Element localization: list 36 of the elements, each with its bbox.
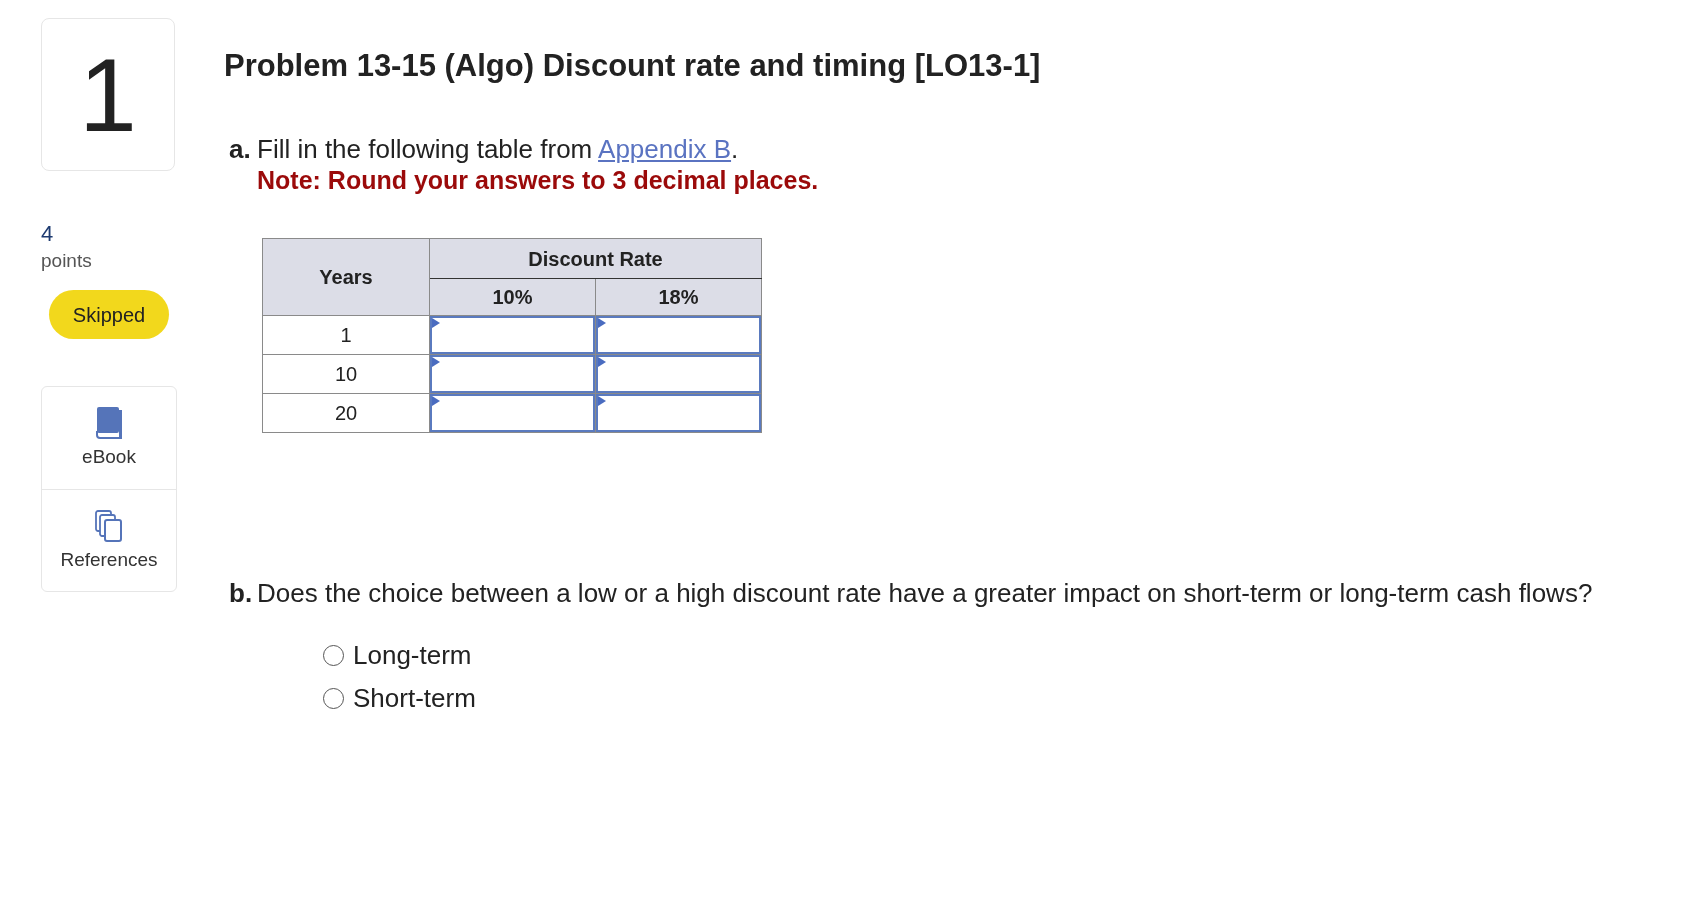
corner-flag-icon: [432, 318, 440, 328]
appendix-link[interactable]: Appendix B: [598, 134, 732, 164]
rounding-note: Note: Round your answers to 3 decimal places.: [257, 165, 819, 196]
points-value: 4: [41, 220, 54, 248]
column-header: 10%: [429, 278, 596, 316]
column-header: Years: [262, 238, 430, 316]
stacked-pages-icon: [95, 509, 123, 542]
corner-flag-icon: [598, 318, 606, 328]
table-cell: 20: [262, 393, 430, 433]
instruction-text: Fill in the following table from Appendix B.: [257, 134, 739, 165]
corner-flag-icon: [432, 396, 440, 406]
column-header: 18%: [595, 278, 762, 316]
question-number: 1: [79, 42, 137, 147]
corner-flag-icon: [432, 357, 440, 367]
part-marker: b.: [229, 577, 254, 609]
input-field[interactable]: [430, 355, 595, 393]
tool-button[interactable]: References: [42, 489, 176, 591]
points-label: points: [41, 249, 92, 273]
corner-flag-icon: [598, 357, 606, 367]
table-cell: 1: [262, 315, 430, 355]
input-field[interactable]: [430, 394, 595, 432]
problem-title: Problem 13-15 (Algo) Discount rate and timing [LO13-1]: [224, 47, 1041, 85]
input-field[interactable]: [596, 316, 761, 354]
input-field[interactable]: [430, 316, 595, 354]
table-cell: 10: [262, 354, 430, 394]
question-text: Does the choice between a low or a high discount rate have a greater impact on short-term or long-term cash flows?: [257, 577, 1593, 609]
book-icon: [95, 407, 123, 439]
input-field[interactable]: [596, 355, 761, 393]
status-badge: Skipped: [49, 290, 169, 339]
part-marker: a.: [229, 134, 252, 165]
tool-button[interactable]: eBook: [42, 387, 176, 489]
input-field[interactable]: [596, 394, 761, 432]
corner-flag-icon: [598, 396, 606, 406]
radio-option[interactable]: Long-term: [323, 640, 472, 671]
radio-option[interactable]: Short-term: [323, 683, 476, 714]
column-header: Discount Rate: [429, 238, 762, 279]
